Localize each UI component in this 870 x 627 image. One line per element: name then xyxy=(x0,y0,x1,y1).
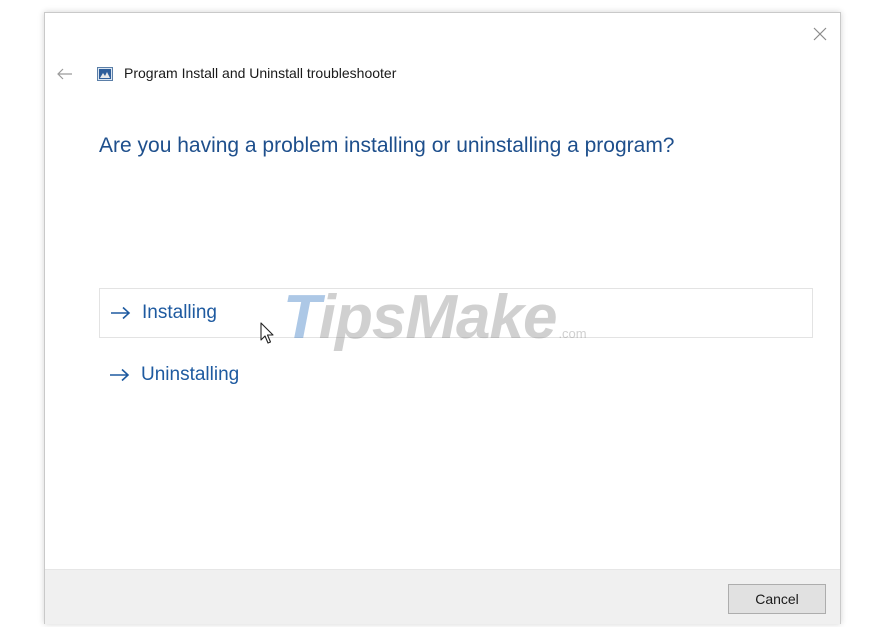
right-arrow-icon xyxy=(110,306,132,320)
right-arrow-icon xyxy=(109,368,131,382)
window-title: Program Install and Uninstall troublesho… xyxy=(124,65,397,81)
page-heading: Are you having a problem installing or u… xyxy=(99,134,675,157)
back-button[interactable] xyxy=(54,64,76,84)
uninstalling-option[interactable]: Uninstalling xyxy=(99,350,813,400)
footer-bar: Cancel xyxy=(45,569,840,624)
uninstalling-label: Uninstalling xyxy=(141,364,240,385)
cancel-button[interactable]: Cancel xyxy=(728,584,826,614)
close-button[interactable] xyxy=(807,21,833,47)
installing-option[interactable]: Installing xyxy=(99,288,813,338)
mouse-pointer-icon xyxy=(260,322,274,344)
installing-label: Installing xyxy=(142,302,217,323)
back-arrow-icon xyxy=(57,68,72,80)
close-icon xyxy=(813,27,827,41)
troubleshooter-app-icon xyxy=(97,67,113,81)
